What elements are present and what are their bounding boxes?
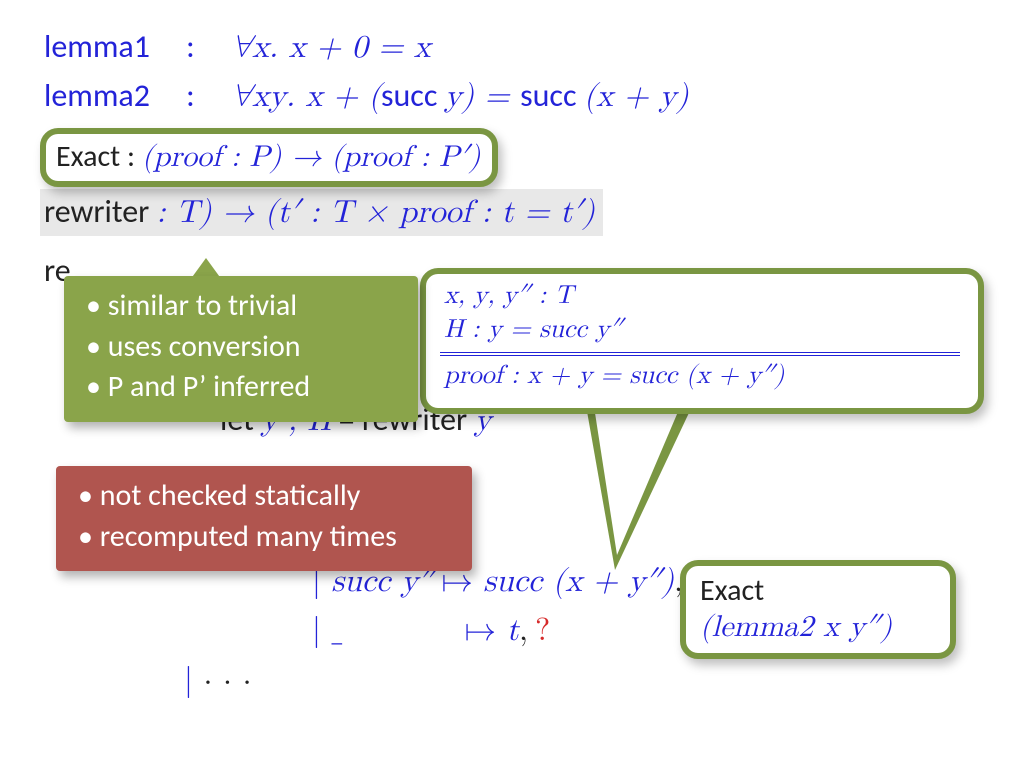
case-dots: | · · ·: [44, 657, 980, 704]
derivation-bubble: x, y, y″ : T H : y = succ y″ proof : x +…: [420, 268, 984, 414]
exact-signature-bubble: Exact : (proof : P) → (proof : P′): [40, 128, 498, 187]
deriv-tail-inner: [593, 400, 683, 555]
exact-application-bubble: Exact (lemma2 x y″): [680, 560, 956, 659]
olive-note-item: uses conversion: [86, 327, 396, 368]
rewriter-sig: rewriter : T) → (t′ : T × proof : t = t′…: [40, 189, 603, 236]
exact2-label: Exact: [700, 572, 764, 609]
brick-note: not checked statically recomputed many t…: [56, 466, 472, 571]
lemma1-stmt: ∀x. x + 0 = x: [231, 32, 431, 64]
exact-body: (proof : P) → (proof : P′): [142, 142, 481, 172]
lemma-colon: :: [186, 27, 195, 66]
olive-note-item: similar to trivial: [86, 286, 396, 327]
exact-label: Exact: [56, 138, 120, 175]
olive-note-item: P and P’ inferred: [86, 367, 396, 408]
deriv-line1: x, y, y″ : T: [440, 280, 960, 314]
exact2-arg: (lemma2 x y″): [700, 609, 932, 645]
lemma2-line: lemma2 : ∀xy. x + (succ y) = succ (x + y…: [44, 73, 980, 120]
olive-note: similar to trivial uses conversion P and…: [64, 276, 418, 422]
lemma2-name: lemma2: [44, 76, 150, 115]
brick-note-item: not checked statically: [78, 476, 450, 517]
lemma1-line: lemma1 : ∀x. x + 0 = x: [44, 24, 980, 71]
lemma1-name: lemma1: [44, 27, 150, 66]
deriv-line3: proof : x + y = succ (x + y″): [440, 360, 960, 394]
deriv-line2: H : y = succ y″: [440, 314, 960, 348]
brick-note-item: recomputed many times: [78, 517, 450, 558]
